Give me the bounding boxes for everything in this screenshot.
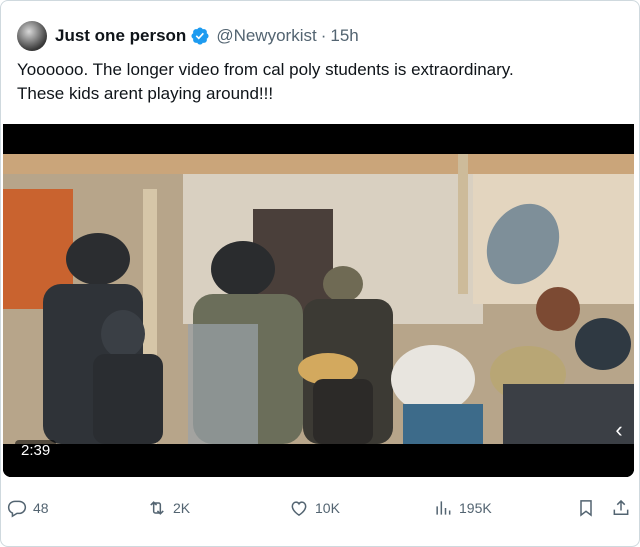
reply-count: 48 — [33, 500, 49, 516]
reply-button[interactable]: 48 — [7, 493, 49, 523]
bookmark-button[interactable] — [576, 493, 596, 523]
heart-icon — [291, 501, 307, 516]
verified-badge-icon[interactable] — [190, 26, 210, 46]
chevron-right-icon[interactable]: ‹ — [607, 418, 631, 442]
timestamp[interactable]: 15h — [330, 26, 358, 46]
video-frame — [3, 124, 634, 477]
video-duration: 2:39 — [15, 440, 57, 461]
tweet-card[interactable]: Just one person @Newyorkist · 15h Yooooo… — [0, 0, 640, 547]
like-count: 10K — [315, 500, 340, 516]
bookmark-icon — [580, 500, 592, 517]
tweet-actions: 48 2K 10K 195K — [1, 493, 640, 523]
video-player[interactable] — [3, 124, 634, 477]
tweet-header: Just one person @Newyorkist · 15h — [17, 21, 359, 51]
share-button[interactable] — [611, 493, 631, 523]
views-button[interactable]: 195K — [433, 493, 492, 523]
display-name[interactable]: Just one person — [55, 26, 186, 46]
reply-icon — [7, 500, 27, 518]
repost-icon — [150, 501, 164, 515]
views-count: 195K — [459, 500, 492, 516]
separator-dot: · — [320, 26, 327, 45]
repost-count: 2K — [173, 500, 191, 516]
avatar[interactable] — [17, 21, 47, 51]
tweet-text: Yoooooo. The longer video from cal poly … — [17, 60, 514, 103]
repost-button[interactable]: 2K — [147, 493, 190, 523]
share-icon — [613, 499, 629, 515]
like-button[interactable]: 10K — [289, 493, 340, 523]
views-chart-icon — [436, 501, 451, 515]
user-handle[interactable]: @Newyorkist — [216, 26, 316, 46]
